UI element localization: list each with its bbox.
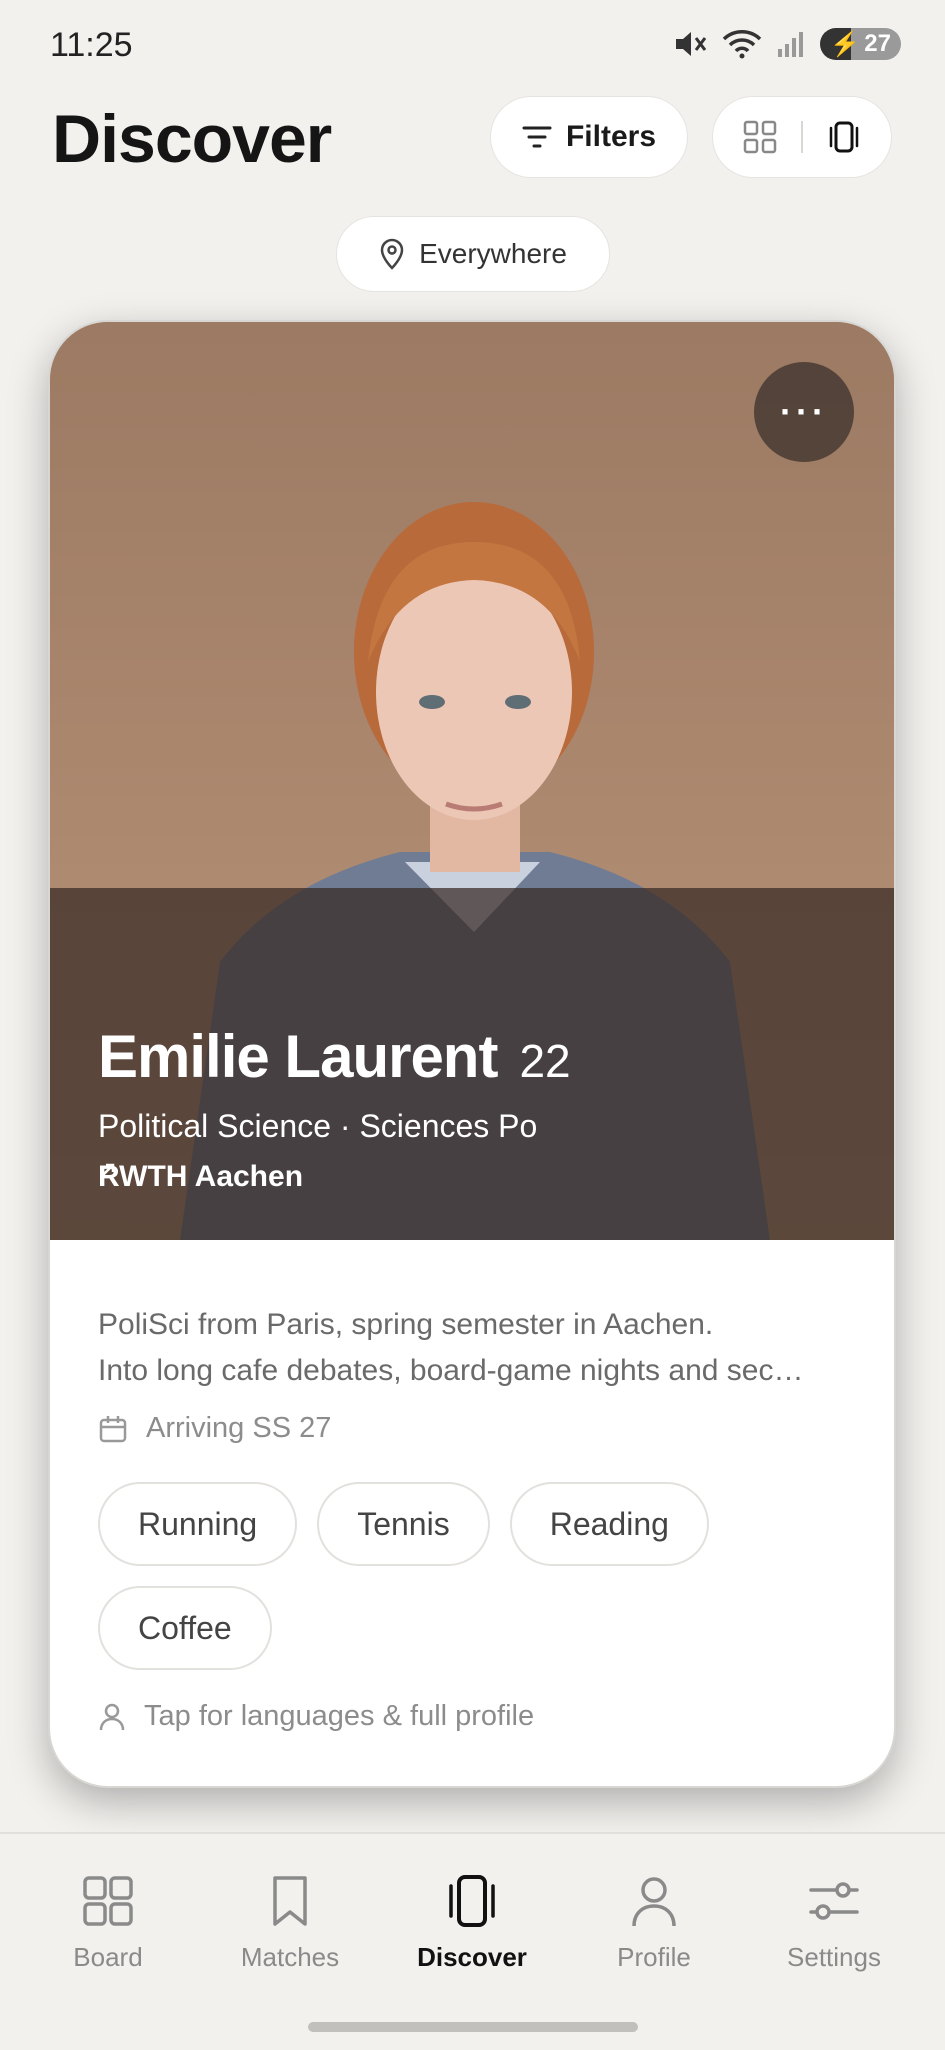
grid-icon [83, 1876, 133, 1926]
interest-tags: Running Tennis Reading Coffee [98, 1482, 858, 1670]
location-pin-icon [380, 238, 404, 270]
card-stack-icon [449, 1875, 495, 1927]
profile-age: 22 [519, 1035, 571, 1087]
nav-item-discover[interactable]: Discover [382, 1874, 562, 1973]
signal-icon [778, 32, 804, 57]
host-university: RWTH Aachen [98, 1160, 303, 1194]
home-indicator[interactable] [308, 2022, 638, 2032]
arrival-info: Arriving SS 27 [98, 1412, 331, 1445]
more-dots-icon: ··· [780, 391, 828, 432]
calendar-icon [99, 1415, 127, 1442]
more-options-button[interactable]: ··· [754, 362, 854, 462]
battery-level: 27 [864, 30, 891, 57]
view-mode-toggle [712, 96, 892, 178]
filters-label: Filters [565, 120, 657, 153]
location-label: Everywhere [419, 238, 567, 269]
nav-item-board[interactable]: Board [18, 1874, 198, 1973]
profile-program: Political Science · Sciences Po [98, 1108, 538, 1144]
host-university-label: RWTH Aachen [98, 1160, 304, 1193]
status-icons: ⚡ 27 [674, 28, 901, 60]
interest-tag: Tennis [317, 1482, 490, 1566]
arrow-up-right-icon [101, 1163, 115, 1177]
battery-charging-icon: ⚡ [830, 30, 861, 58]
bookmark-icon [273, 1876, 307, 1926]
sliders-icon [809, 1882, 859, 1920]
page-title: Discover [52, 101, 332, 177]
profile-bio: PoliSci from Paris, spring semester in A… [98, 1302, 858, 1394]
profile-name: Emilie Laurent [98, 1023, 498, 1090]
card-view-icon[interactable] [827, 120, 861, 154]
nav-label: Profile [617, 1942, 691, 1972]
nav-label: Settings [787, 1942, 881, 1972]
name-age-line: Emilie Laurent 22 [98, 1022, 571, 1091]
interest-tag: Reading [509, 1482, 709, 1566]
view-toggle-divider [801, 121, 803, 153]
bio-line: PoliSci from Paris, spring semester in A… [98, 1308, 714, 1341]
interest-tag: Coffee [98, 1586, 272, 1670]
profile-card[interactable]: ··· Emilie Laurent 22 Political Science … [48, 320, 896, 1788]
profile-photo: ··· Emilie Laurent 22 Political Science … [50, 322, 894, 1240]
nav-label: Discover [417, 1942, 527, 1972]
bio-line: Into long cafe debates, board-game night… [98, 1354, 804, 1387]
nav-item-matches[interactable]: Matches [200, 1874, 380, 1973]
nav-label: Matches [240, 1942, 340, 1972]
nav-label: Board [73, 1942, 143, 1972]
person-icon [632, 1877, 676, 1927]
status-time: 11:25 [50, 26, 133, 64]
battery-indicator: ⚡ 27 [820, 28, 901, 60]
full-profile-hint[interactable]: Tap for languages & full profile [98, 1700, 534, 1733]
arrival-label: Arriving SS 27 [146, 1412, 332, 1444]
wifi-icon [723, 30, 762, 59]
mute-icon [676, 32, 707, 56]
interest-tag: Running [98, 1482, 298, 1566]
filter-icon [522, 126, 552, 148]
filters-button[interactable]: Filters [490, 96, 688, 178]
nav-item-settings[interactable]: Settings [744, 1874, 924, 1973]
nav-item-profile[interactable]: Profile [564, 1874, 744, 1973]
location-filter[interactable]: Everywhere [336, 216, 610, 292]
bottom-navigation: Board Matches Discover Profile Settings [0, 1832, 945, 2050]
full-profile-label: Tap for languages & full profile [144, 1700, 535, 1732]
person-icon [99, 1703, 125, 1730]
grid-view-icon[interactable] [743, 120, 777, 154]
